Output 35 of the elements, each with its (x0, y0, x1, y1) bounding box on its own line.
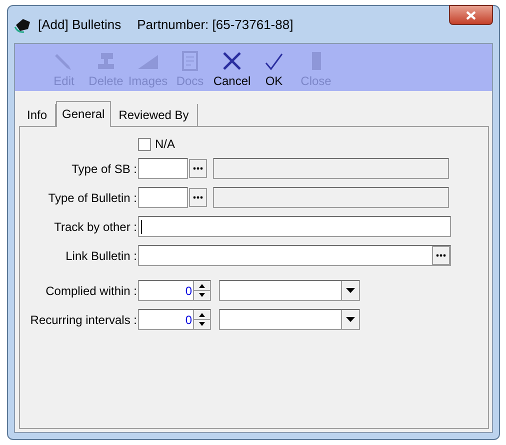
ellipsis-icon (436, 254, 446, 257)
dropdown-arrow-icon (346, 288, 355, 293)
field-label: Track by other : (53, 220, 138, 234)
app-icon (14, 16, 32, 32)
field-label: Complied within : (44, 284, 138, 298)
dropdown[interactable] (219, 309, 360, 330)
browse-button[interactable] (189, 159, 207, 178)
input-field[interactable] (138, 216, 451, 237)
close-icon (466, 10, 476, 20)
input-field[interactable] (138, 158, 188, 179)
cancel-button[interactable]: Cancel (211, 50, 253, 88)
spin-box[interactable]: 0 (138, 280, 211, 301)
field-label: Type of Bulletin : (47, 190, 138, 204)
part-number: Partnumber: [65-73761-88] (137, 17, 294, 32)
window-title: [Add] Bulletins (38, 17, 122, 32)
dropdown-arrow-icon (346, 317, 355, 322)
ellipsis-icon (193, 196, 203, 199)
stamp-icon (95, 50, 117, 72)
tab[interactable]: General (56, 101, 111, 127)
close-button[interactable] (449, 5, 493, 25)
dropdown[interactable] (219, 280, 360, 301)
field-label: Link Bulletin : (64, 248, 138, 262)
ellipsis-icon (193, 167, 203, 170)
field-label: Type of SB : (70, 162, 138, 176)
browse-button[interactable] (432, 246, 450, 265)
checkbox-label: N/A (155, 137, 176, 151)
input-field[interactable] (138, 187, 188, 208)
checkbox[interactable] (138, 138, 151, 150)
spin-box[interactable]: 0 (138, 309, 211, 330)
field-label: Recurring intervals : (29, 312, 138, 326)
document-icon (179, 50, 201, 72)
ok-button[interactable]: OK (253, 50, 295, 88)
close-icon (221, 50, 243, 72)
input-field[interactable] (138, 245, 451, 266)
browse-button[interactable] (189, 188, 207, 207)
